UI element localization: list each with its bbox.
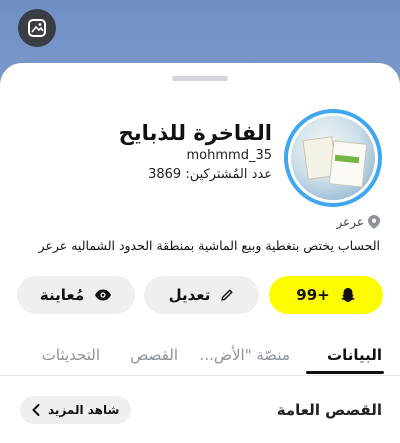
profile-sheet: الفاخرة للذبايح mohmmd_35 عدد المُشتركين… xyxy=(0,63,400,443)
location-pin-icon xyxy=(368,215,380,229)
public-stories-title: القصص العامة xyxy=(276,401,382,419)
tab-info[interactable]: البيانات xyxy=(327,346,382,364)
sheet-grabber[interactable] xyxy=(172,76,228,81)
preview-profile-label: مُعاينة xyxy=(39,286,85,304)
avatar-image xyxy=(291,116,375,200)
tab-stories[interactable]: القصص xyxy=(130,346,178,364)
ghost-icon xyxy=(340,288,355,302)
image-icon xyxy=(28,19,46,37)
edit-profile-button[interactable]: تعديل xyxy=(144,276,259,314)
username: mohmmd_35 xyxy=(186,148,272,163)
subscriber-count: عدد المُشتركين: 3869 xyxy=(148,167,272,182)
location: عرعر xyxy=(336,215,380,229)
tab-adahi-platform[interactable]: منصّة "الأض... xyxy=(200,346,290,364)
chevron-left-icon xyxy=(32,404,40,416)
tabs-divider xyxy=(0,375,400,376)
profile-name: الفاخرة للذبايح xyxy=(118,121,272,145)
profile-bio: الحساب يختص بتغطية وبيع الماشية بمنطقة ا… xyxy=(38,238,380,253)
eye-icon xyxy=(95,289,112,301)
see-more-label: شاهد المزيد xyxy=(48,403,120,417)
location-label: عرعر xyxy=(336,215,364,229)
edit-profile-label: تعديل xyxy=(168,286,211,304)
active-tab-indicator xyxy=(306,371,384,374)
avatar[interactable] xyxy=(284,109,382,207)
see-more-button[interactable]: شاهد المزيد xyxy=(20,396,132,424)
preview-profile-button[interactable]: مُعاينة xyxy=(17,276,135,314)
pencil-icon xyxy=(221,289,233,301)
back-to-camera-button[interactable] xyxy=(18,9,56,47)
tab-updates[interactable]: التحديثات xyxy=(42,346,100,364)
snap-count-button[interactable]: +99 xyxy=(269,276,383,314)
snap-count-label: +99 xyxy=(296,286,330,304)
